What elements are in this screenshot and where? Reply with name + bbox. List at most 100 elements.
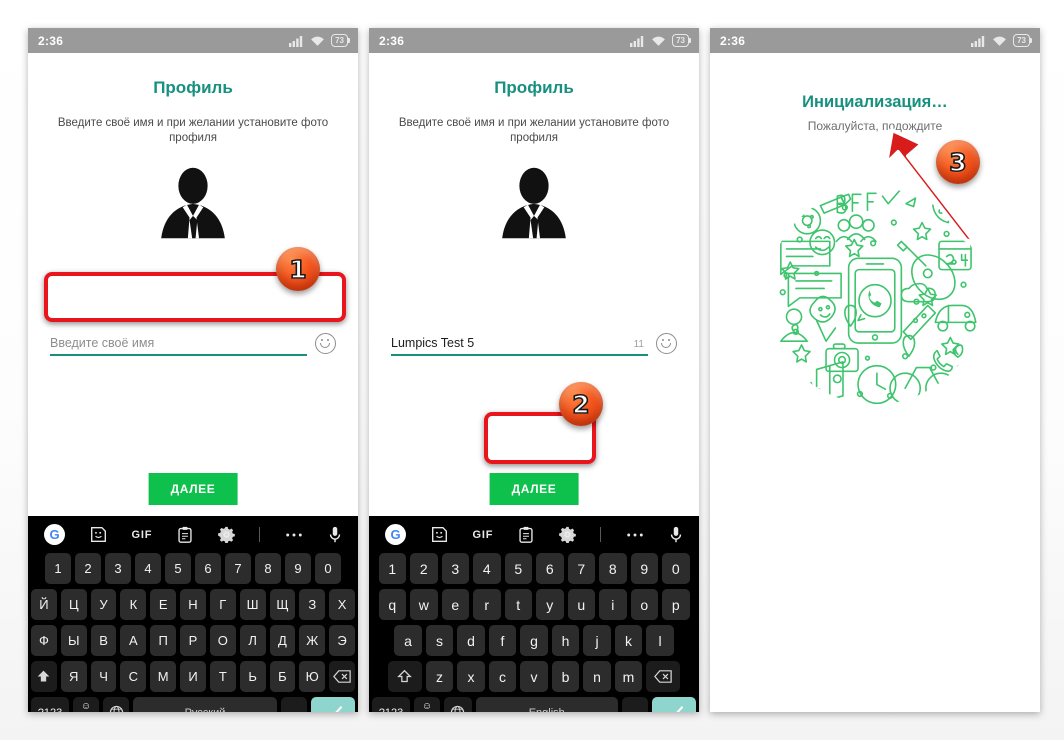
key[interactable]: З	[299, 589, 326, 620]
key[interactable]: t	[504, 589, 532, 620]
key[interactable]: m	[614, 661, 643, 692]
key[interactable]: Ф	[31, 625, 57, 656]
key[interactable]: 2	[75, 553, 101, 584]
key[interactable]: Ч	[90, 661, 117, 692]
key[interactable]: Э	[329, 625, 355, 656]
key[interactable]: Х	[329, 589, 355, 620]
globe-icon[interactable]	[444, 697, 472, 712]
key[interactable]: У	[90, 589, 117, 620]
key[interactable]: 1	[378, 553, 406, 584]
name-input-row[interactable]: Введите своё имя	[50, 333, 336, 356]
enter-key[interactable]	[311, 697, 355, 712]
keyboard-row-2[interactable]: a s d f g h j k l	[369, 625, 699, 656]
key[interactable]: 8	[599, 553, 627, 584]
on-screen-keyboard-en[interactable]: G GIF 1 2 3 4 5 6 7 8 9 0 q w e r t y u …	[369, 516, 699, 712]
key[interactable]: 7	[567, 553, 595, 584]
key[interactable]: u	[567, 589, 595, 620]
key[interactable]: w	[410, 589, 438, 620]
symbols-key[interactable]: ?123	[31, 697, 69, 712]
avatar[interactable]	[28, 166, 358, 252]
key[interactable]: 6	[195, 553, 221, 584]
name-input[interactable]: Введите своё имя	[50, 336, 307, 356]
key[interactable]: О	[209, 625, 236, 656]
key[interactable]: Е	[150, 589, 177, 620]
key[interactable]: П	[150, 625, 177, 656]
comma-key[interactable]: ☺ ,	[414, 697, 440, 712]
key[interactable]: e	[441, 589, 469, 620]
microphone-icon[interactable]	[669, 526, 683, 544]
key[interactable]: 3	[441, 553, 469, 584]
key[interactable]: 9	[630, 553, 658, 584]
symbols-key[interactable]: ?123	[372, 697, 410, 712]
keyboard-row-2[interactable]: Ф Ы В А П Р О Л Д Ж Э	[28, 625, 358, 656]
key[interactable]: c	[488, 661, 517, 692]
key[interactable]: Ю	[299, 661, 326, 692]
sticker-icon[interactable]	[431, 526, 448, 543]
keyboard-row-1[interactable]: Й Ц У К Е Н Г Ш Щ З Х	[28, 589, 358, 620]
key[interactable]: И	[180, 661, 206, 692]
key[interactable]: 0	[662, 553, 690, 584]
enter-key[interactable]	[652, 697, 696, 712]
key[interactable]: Я	[60, 661, 87, 692]
key[interactable]: 1	[45, 553, 71, 584]
key[interactable]: v	[520, 661, 548, 692]
key[interactable]: 3	[105, 553, 131, 584]
key[interactable]: 4	[135, 553, 161, 584]
period-key[interactable]: .	[622, 697, 648, 712]
key[interactable]: К	[120, 589, 147, 620]
keyboard-row-1[interactable]: q w e r t y u i o p	[369, 589, 699, 620]
key[interactable]: Н	[180, 589, 206, 620]
keyboard-row-3[interactable]: z x c v b n m	[369, 661, 699, 692]
emoji-icon[interactable]	[656, 333, 677, 354]
gif-button[interactable]: GIF	[132, 529, 153, 541]
shift-icon[interactable]	[31, 661, 57, 692]
keyboard-row-bottom[interactable]: ?123 ☺ , English .	[369, 697, 699, 712]
key[interactable]: x	[457, 661, 485, 692]
key[interactable]: Б	[269, 661, 296, 692]
key[interactable]: h	[551, 625, 580, 656]
keyboard-row-3[interactable]: Я Ч С М И Т Ь Б Ю	[28, 661, 358, 692]
key[interactable]: f	[488, 625, 517, 656]
google-logo-icon[interactable]: G	[385, 524, 406, 545]
name-input-row[interactable]: Lumpics Test 5 11	[391, 333, 677, 356]
key[interactable]: d	[457, 625, 485, 656]
key[interactable]: 9	[285, 553, 311, 584]
key[interactable]: 6	[536, 553, 564, 584]
google-logo-icon[interactable]: G	[44, 524, 65, 545]
key[interactable]: В	[90, 625, 117, 656]
more-dots-icon[interactable]	[285, 532, 303, 538]
key[interactable]: 4	[473, 553, 501, 584]
backspace-icon[interactable]	[646, 661, 681, 692]
microphone-icon[interactable]	[328, 526, 342, 544]
key[interactable]: a	[394, 625, 422, 656]
key[interactable]: k	[614, 625, 643, 656]
sticker-icon[interactable]	[90, 526, 107, 543]
gif-button[interactable]: GIF	[473, 529, 494, 541]
key[interactable]: b	[551, 661, 580, 692]
key[interactable]: 0	[315, 553, 341, 584]
clipboard-icon[interactable]	[177, 526, 193, 543]
key[interactable]: Г	[209, 589, 236, 620]
gear-icon[interactable]	[217, 526, 235, 543]
key[interactable]: 2	[410, 553, 438, 584]
key[interactable]: Р	[180, 625, 206, 656]
key[interactable]: q	[378, 589, 406, 620]
more-dots-icon[interactable]	[626, 532, 644, 538]
on-screen-keyboard-ru[interactable]: G GIF 1 2 3 4 5 6 7 8 9 0 Й Ц У К Е Н Г …	[28, 516, 358, 712]
keyboard-row-numbers[interactable]: 1 2 3 4 5 6 7 8 9 0	[369, 553, 699, 584]
key[interactable]: Щ	[269, 589, 296, 620]
key[interactable]: Й	[31, 589, 57, 620]
keyboard-row-bottom[interactable]: ?123 ☺ , Русский .	[28, 697, 358, 712]
key[interactable]: i	[599, 589, 627, 620]
key[interactable]: g	[520, 625, 548, 656]
period-key[interactable]: .	[281, 697, 307, 712]
key[interactable]: j	[583, 625, 611, 656]
avatar[interactable]	[369, 166, 699, 252]
key[interactable]: r	[473, 589, 501, 620]
name-input[interactable]: Lumpics Test 5 11	[391, 336, 648, 356]
clipboard-icon[interactable]	[518, 526, 534, 543]
key[interactable]: С	[120, 661, 147, 692]
key[interactable]: o	[630, 589, 658, 620]
key[interactable]: Ь	[239, 661, 266, 692]
space-key[interactable]: Русский	[133, 697, 277, 712]
